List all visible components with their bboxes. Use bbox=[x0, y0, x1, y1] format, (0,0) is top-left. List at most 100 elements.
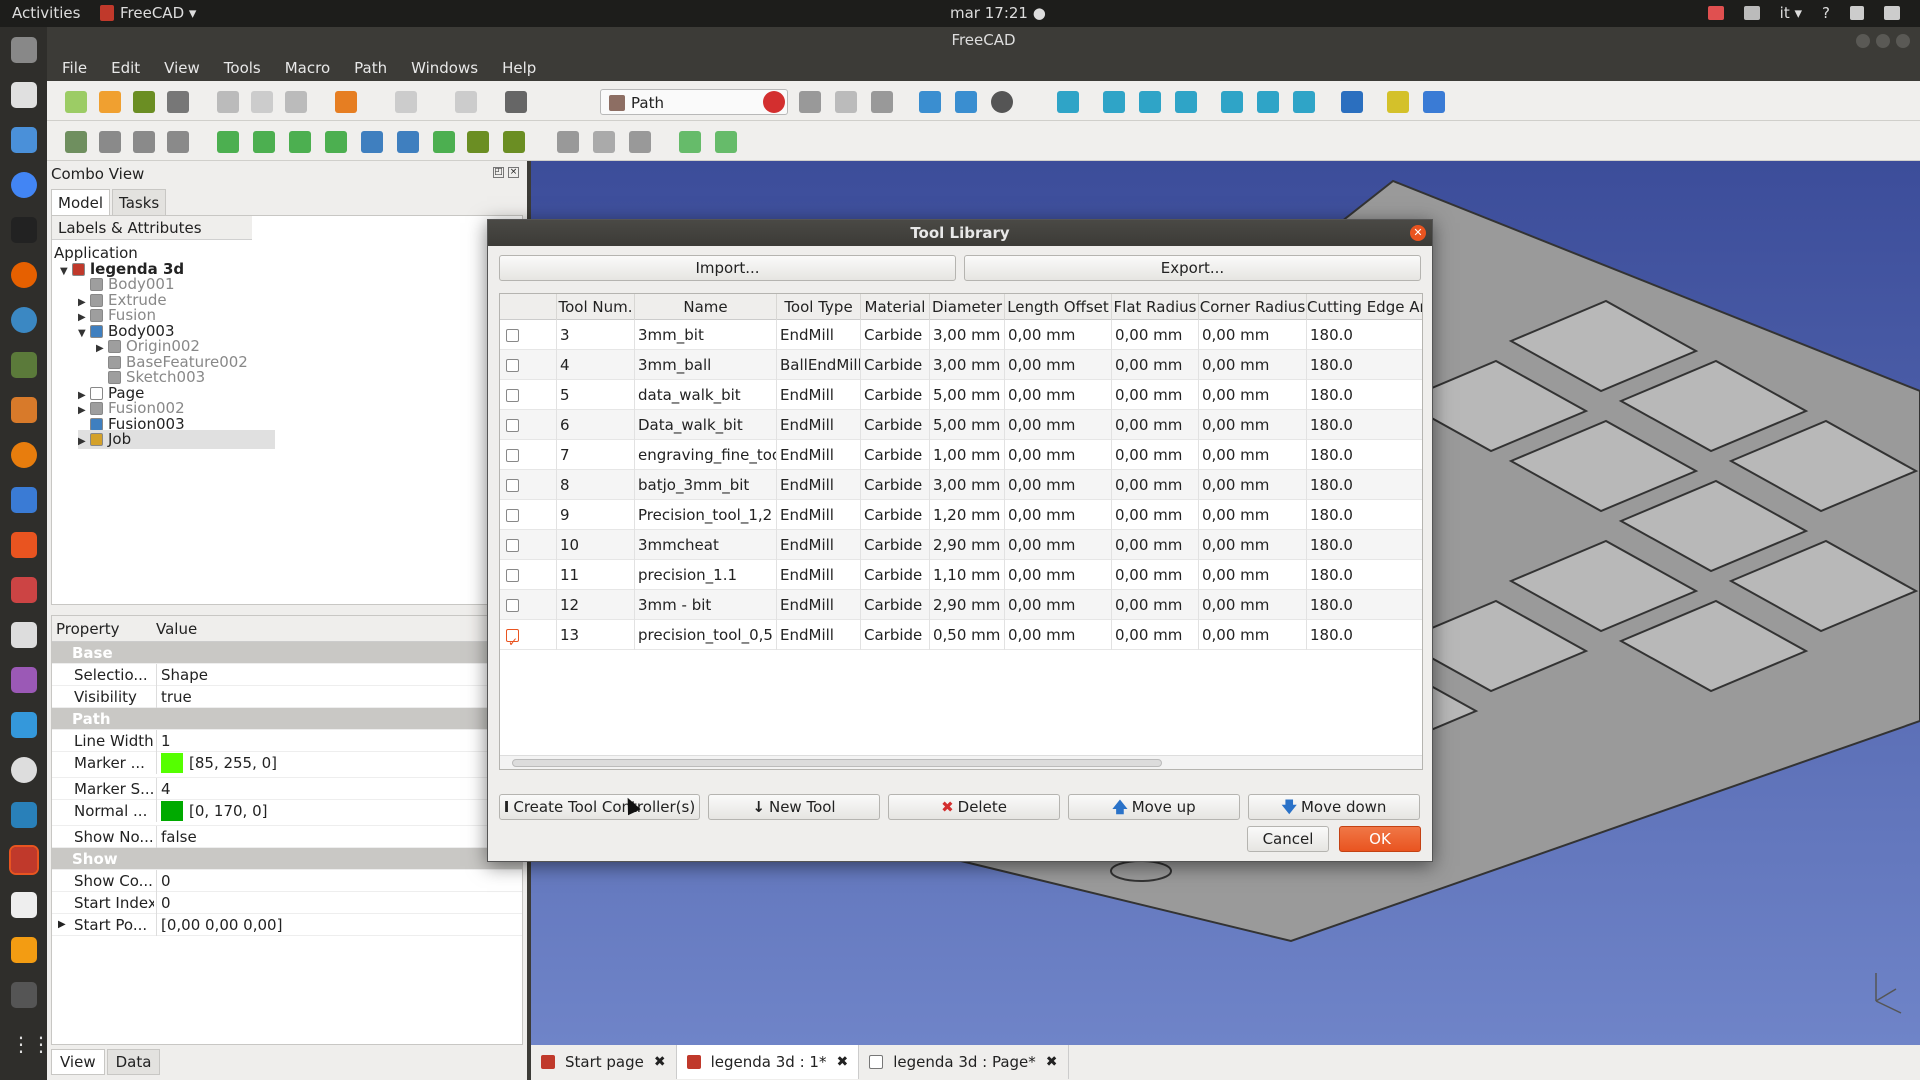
stop-macro-icon[interactable] bbox=[799, 91, 821, 113]
table-cell[interactable]: data_walk_bit bbox=[635, 380, 777, 410]
fit-selection-icon[interactable] bbox=[955, 91, 977, 113]
table-cell[interactable]: 180.0 bbox=[1307, 350, 1422, 380]
table-row[interactable]: 11 precision_1.1 EndMill Carbide 1,10 mm 0,00… bbox=[500, 560, 1422, 590]
helix-icon[interactable] bbox=[433, 131, 455, 153]
table-cell[interactable]: 0,00 mm bbox=[1005, 560, 1112, 590]
group-base[interactable]: Base bbox=[52, 642, 522, 664]
table-cell[interactable]: 180.0 bbox=[1307, 620, 1422, 650]
menu-tools[interactable]: Tools bbox=[209, 54, 270, 81]
refresh-icon[interactable] bbox=[455, 91, 477, 113]
table-cell[interactable]: 0,00 mm bbox=[1112, 530, 1199, 560]
row-checkbox[interactable] bbox=[506, 449, 519, 462]
array-icon[interactable] bbox=[593, 131, 615, 153]
table-cell[interactable]: 3,00 mm bbox=[930, 470, 1005, 500]
table-cell[interactable]: 11 bbox=[557, 560, 635, 590]
language-selector[interactable]: it ▾ bbox=[1780, 4, 1802, 22]
table-cell[interactable]: Carbide bbox=[861, 440, 930, 470]
menu-file[interactable]: File bbox=[47, 54, 96, 81]
tree-item[interactable]: ▶ Job bbox=[78, 430, 275, 449]
table-cell[interactable]: 3mmcheat bbox=[635, 530, 777, 560]
export-template-icon[interactable] bbox=[167, 131, 189, 153]
table-cell[interactable]: Carbide bbox=[861, 320, 930, 350]
close-tab-icon[interactable]: ✖ bbox=[1046, 1054, 1058, 1070]
table-cell[interactable]: 0,00 mm bbox=[1005, 440, 1112, 470]
menu-macro[interactable]: Macro bbox=[270, 54, 339, 81]
prop-selection-style[interactable]: Selectio... Shape bbox=[52, 664, 522, 686]
horizontal-scrollbar[interactable] bbox=[500, 755, 1422, 769]
show-apps-icon[interactable]: ⋮⋮ bbox=[11, 1032, 51, 1058]
table-cell[interactable]: 5,00 mm bbox=[930, 410, 1005, 440]
prop-marker-size[interactable]: Marker S... 4 bbox=[52, 778, 522, 800]
post-process-icon[interactable] bbox=[99, 131, 121, 153]
column-header[interactable]: Corner Radius bbox=[1199, 294, 1307, 320]
table-cell[interactable]: 0,00 mm bbox=[1112, 500, 1199, 530]
table-row[interactable]: 4 3mm_ball BallEndMill Carbide 3,00 mm 0,00 m… bbox=[500, 350, 1422, 380]
table-row[interactable]: 3 3mm_bit EndMill Carbide 3,00 mm 0,00 mm 0,00… bbox=[500, 320, 1422, 350]
column-header[interactable]: Length Offset bbox=[1005, 294, 1112, 320]
expand-arrow-icon[interactable]: ▶ bbox=[58, 914, 66, 936]
table-cell[interactable]: 10 bbox=[557, 530, 635, 560]
table-cell[interactable]: 0,00 mm bbox=[1199, 380, 1307, 410]
chromium-icon[interactable] bbox=[11, 172, 37, 198]
table-cell[interactable]: 0,00 mm bbox=[1199, 410, 1307, 440]
table-cell[interactable]: Carbide bbox=[861, 530, 930, 560]
table-cell[interactable]: 3mm - bit bbox=[635, 590, 777, 620]
table-cell[interactable]: 0,00 mm bbox=[1112, 410, 1199, 440]
transfer-icon[interactable] bbox=[11, 712, 37, 738]
prop-start-index[interactable]: Start Index 0 bbox=[52, 892, 522, 914]
table-cell[interactable]: 0,00 mm bbox=[1005, 530, 1112, 560]
row-checkbox[interactable] bbox=[506, 599, 519, 612]
prop-visibility[interactable]: Visibility true bbox=[52, 686, 522, 708]
redo-icon[interactable] bbox=[395, 91, 417, 113]
print-icon[interactable] bbox=[167, 91, 189, 113]
record-macro-icon[interactable] bbox=[763, 91, 785, 113]
group-path[interactable]: Path bbox=[52, 708, 522, 730]
freecad-icon[interactable] bbox=[9, 845, 39, 875]
row-checkbox[interactable] bbox=[506, 627, 519, 650]
row-checkbox[interactable] bbox=[506, 419, 519, 432]
table-cell[interactable]: 0,00 mm bbox=[1005, 500, 1112, 530]
camera-icon[interactable] bbox=[11, 622, 37, 648]
tools-icon[interactable] bbox=[11, 577, 37, 603]
float-panel-icon[interactable]: ◰ bbox=[493, 167, 504, 178]
paste-icon[interactable] bbox=[285, 91, 307, 113]
table-cell[interactable]: 0,00 mm bbox=[1199, 560, 1307, 590]
menu-view[interactable]: View bbox=[149, 54, 209, 81]
table-cell[interactable]: precision_tool_0,5 bbox=[635, 620, 777, 650]
whats-this-icon[interactable] bbox=[505, 91, 527, 113]
menu-path[interactable]: Path bbox=[339, 54, 396, 81]
workbench-selector[interactable]: Path ▴▾ bbox=[600, 89, 788, 115]
doc-tab-legenda-3d[interactable]: legenda 3d : 1* ✖ bbox=[676, 1045, 860, 1079]
simple-copy-icon[interactable] bbox=[629, 131, 651, 153]
table-cell[interactable]: 180.0 bbox=[1307, 470, 1422, 500]
table-cell[interactable]: 0,50 mm bbox=[930, 620, 1005, 650]
table-cell[interactable]: 0,00 mm bbox=[1112, 380, 1199, 410]
table-cell[interactable]: engraving_fine_tool bbox=[635, 440, 777, 470]
table-cell[interactable]: 0,00 mm bbox=[1199, 530, 1307, 560]
gimp-icon[interactable] bbox=[11, 352, 37, 378]
column-header[interactable]: Cutting Edge An bbox=[1307, 294, 1422, 320]
volume-icon[interactable] bbox=[1850, 6, 1864, 20]
table-cell[interactable]: 7 bbox=[557, 440, 635, 470]
pocket-icon[interactable] bbox=[325, 131, 347, 153]
table-cell[interactable]: 3,00 mm bbox=[930, 350, 1005, 380]
table-cell[interactable]: Data_walk_bit bbox=[635, 410, 777, 440]
dressup-icon[interactable] bbox=[557, 131, 579, 153]
profile-faces-icon[interactable] bbox=[253, 131, 275, 153]
table-cell[interactable]: 2,90 mm bbox=[930, 590, 1005, 620]
vlc-icon[interactable] bbox=[11, 937, 37, 963]
cut-icon[interactable] bbox=[217, 91, 239, 113]
table-cell[interactable]: 0,00 mm bbox=[1112, 590, 1199, 620]
minimize-button[interactable] bbox=[1856, 34, 1870, 48]
table-cell[interactable]: EndMill bbox=[777, 560, 861, 590]
sanity-check-icon[interactable] bbox=[133, 131, 155, 153]
record-indicator-icon[interactable] bbox=[1707, 6, 1724, 20]
table-cell[interactable]: 0,00 mm bbox=[1005, 350, 1112, 380]
table-cell[interactable]: 180.0 bbox=[1307, 380, 1422, 410]
export-button[interactable]: Export... bbox=[964, 255, 1421, 281]
column-header[interactable]: Tool Type bbox=[777, 294, 861, 320]
row-checkbox[interactable] bbox=[506, 569, 519, 582]
move-up-button[interactable]: 🡅 Move up bbox=[1068, 794, 1240, 820]
ok-button[interactable]: OK bbox=[1339, 826, 1421, 852]
app-menu[interactable]: FreeCAD ▾ bbox=[100, 4, 196, 22]
